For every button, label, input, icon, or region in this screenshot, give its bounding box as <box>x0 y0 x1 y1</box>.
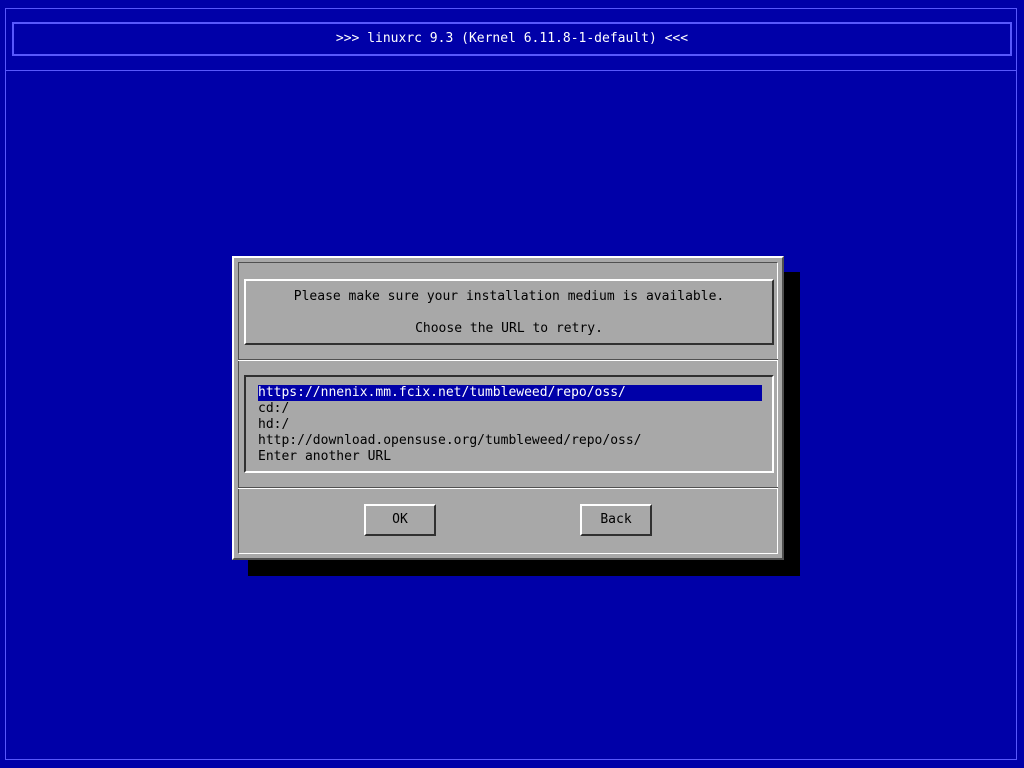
retry-url-dialog: Please make sure your installation mediu… <box>232 256 784 560</box>
message-line-1: Please make sure your installation mediu… <box>293 289 725 304</box>
url-list-item[interactable]: Enter another URL <box>258 449 762 465</box>
linuxrc-screen: >>> linuxrc 9.3 (Kernel 6.11.8-1-default… <box>0 0 1024 768</box>
url-list[interactable]: https://nnenix.mm.fcix.net/tumbleweed/re… <box>244 375 774 473</box>
url-list-item[interactable]: cd:/ <box>258 401 762 417</box>
ok-button[interactable]: OK <box>364 504 436 536</box>
back-button[interactable]: Back <box>580 504 652 536</box>
message-line-2: Choose the URL to retry. <box>415 321 603 336</box>
header-title: >>> linuxrc 9.3 (Kernel 6.11.8-1-default… <box>12 22 1012 56</box>
message-box: Please make sure your installation mediu… <box>244 279 774 345</box>
dialog-separator <box>238 487 778 489</box>
url-list-item[interactable]: hd:/ <box>258 417 762 433</box>
url-list-item[interactable]: http://download.opensuse.org/tumbleweed/… <box>258 433 762 449</box>
url-list-item[interactable]: https://nnenix.mm.fcix.net/tumbleweed/re… <box>258 385 762 401</box>
header-divider <box>5 70 1017 71</box>
dialog-separator <box>238 359 778 361</box>
